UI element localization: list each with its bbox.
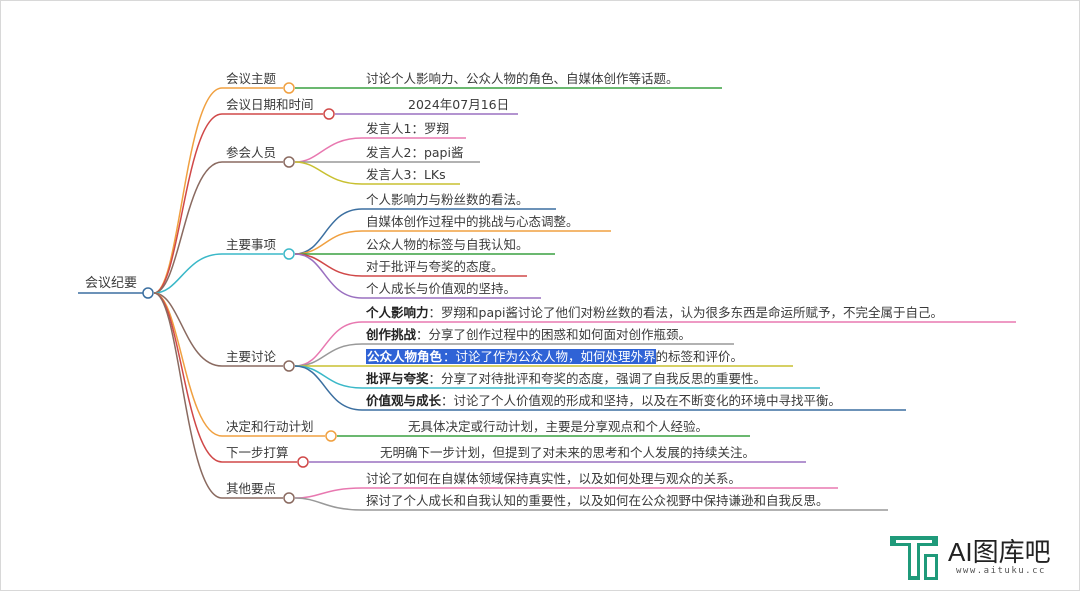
discussion-item-text-selected: ：讨论了作为公众人物，如何处理外界 — [443, 349, 656, 364]
discussion-item[interactable]: 个人影响力：罗翔和papi酱讨论了他们对粉丝数的看法，认为很多东西是命运所赋予，… — [366, 305, 943, 321]
discussion-item-title: 创作挑战 — [366, 327, 417, 342]
discussion-item-selected[interactable]: 公众人物角色：讨论了作为公众人物，如何处理外界的标签和评价。 — [366, 349, 743, 365]
next-item[interactable]: 无明确下一步计划，但提到了对未来的思考和个人发展的持续关注。 — [380, 445, 755, 461]
branch-decisions[interactable]: 决定和行动计划 — [226, 419, 314, 435]
branch-date[interactable]: 会议日期和时间 — [226, 97, 314, 113]
matter-item[interactable]: 自媒体创作过程中的挑战与心态调整。 — [366, 214, 579, 230]
date-item[interactable]: 2024年07月16日 — [408, 97, 509, 113]
discussion-item-text: ：分享了对待批评和夸奖的态度，强调了自我反思的重要性。 — [428, 371, 767, 386]
matter-item[interactable]: 对于批评与夸奖的态度。 — [366, 259, 504, 275]
logo-brand: AI图库吧 — [948, 537, 1051, 567]
other-item[interactable]: 讨论了如何在自媒体领域保持真实性，以及如何处理与观众的关系。 — [366, 471, 741, 487]
attendee-item[interactable]: 发言人2：papi酱 — [366, 145, 463, 161]
discussion-item-text: ：讨论了个人价值观的形成和坚持，以及在不断变化的环境中寻找平衡。 — [441, 393, 842, 408]
attendee-item[interactable]: 发言人1：罗翔 — [366, 121, 449, 137]
matter-item[interactable]: 个人成长与价值观的坚持。 — [366, 281, 516, 297]
discussion-item-title: 价值观与成长 — [366, 393, 442, 408]
discussion-item[interactable]: 价值观与成长：讨论了个人价值观的形成和坚持，以及在不断变化的环境中寻找平衡。 — [366, 393, 841, 409]
branch-attendees[interactable]: 参会人员 — [226, 145, 276, 161]
logo-mark-icon — [890, 536, 938, 580]
topic-item[interactable]: 讨论个人影响力、公众人物的角色、自媒体创作等话题。 — [366, 71, 679, 87]
discussion-item[interactable]: 批评与夸奖：分享了对待批评和夸奖的态度，强调了自我反思的重要性。 — [366, 371, 766, 387]
matter-item[interactable]: 公众人物的标签与自我认知。 — [366, 237, 529, 253]
discussion-item-text: ：罗翔和papi酱讨论了他们对粉丝数的看法，认为很多东西是命运所赋予，不完全属于… — [428, 305, 944, 320]
attendee-item[interactable]: 发言人3：LKs — [366, 167, 446, 183]
discussion-item[interactable]: 创作挑战：分享了创作过程中的困惑和如何面对创作瓶颈。 — [366, 327, 691, 343]
discussion-item-title: 个人影响力 — [366, 305, 429, 320]
decision-item[interactable]: 无具体决定或行动计划，主要是分享观点和个人经验。 — [408, 419, 708, 435]
branch-discussion[interactable]: 主要讨论 — [226, 349, 276, 365]
logo-url: www.aituku.cc — [956, 566, 1046, 576]
root-node[interactable]: 会议纪要 — [85, 276, 137, 292]
aituku-logo: AI图库吧 www.aituku.cc — [886, 530, 1066, 586]
matter-item[interactable]: 个人影响力与粉丝数的看法。 — [366, 192, 529, 208]
discussion-item-title: 公众人物角色 — [366, 349, 444, 364]
discussion-item-text: ：分享了创作过程中的困惑和如何面对创作瓶颈。 — [416, 327, 692, 342]
branch-topic[interactable]: 会议主题 — [226, 71, 276, 87]
branch-other[interactable]: 其他要点 — [226, 481, 276, 497]
discussion-item-text: 的标签和评价。 — [655, 349, 744, 364]
branch-next[interactable]: 下一步打算 — [226, 445, 289, 461]
discussion-item-title: 批评与夸奖 — [366, 371, 429, 386]
branch-matters[interactable]: 主要事项 — [226, 237, 276, 253]
other-item[interactable]: 探讨了个人成长和自我认知的重要性，以及如何在公众视野中保持谦逊和自我反思。 — [366, 493, 829, 509]
